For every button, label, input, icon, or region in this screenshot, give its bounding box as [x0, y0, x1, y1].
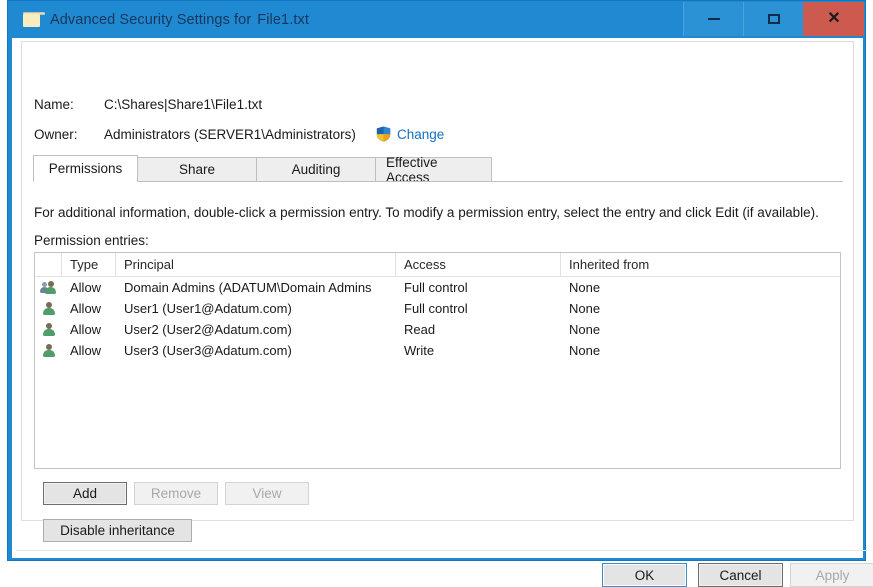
minimize-icon	[707, 18, 720, 20]
change-link-label: Change	[397, 126, 445, 142]
permission-entries-list[interactable]: Type Principal Access Inherited from All…	[34, 252, 841, 469]
apply-button: Apply	[790, 563, 873, 587]
close-icon: ✕	[827, 10, 841, 27]
window-title-prefix: Advanced Security Settings for	[50, 11, 252, 28]
client-area: Name: C:\Shares|Share1\File1.txt Owner: …	[12, 38, 873, 587]
row-type: Allow	[70, 301, 102, 316]
apply-button-label: Apply	[815, 567, 850, 583]
user-icon	[41, 322, 57, 337]
ok-button[interactable]: OK	[602, 563, 687, 587]
column-header-access[interactable]: Access	[396, 253, 561, 276]
row-icon-cell	[35, 322, 62, 337]
column-header-icon[interactable]	[35, 253, 62, 276]
window-controls: ✕	[683, 2, 864, 36]
row-inherited-from: None	[569, 301, 601, 316]
view-button-label: View	[252, 486, 282, 501]
column-header-principal[interactable]: Principal	[116, 253, 396, 276]
tab-strip: Permissions Share Auditing Effective Acc…	[33, 154, 843, 185]
user-icon	[41, 343, 57, 358]
row-type: Allow	[70, 343, 102, 358]
name-value: C:\Shares|Share1\File1.txt	[104, 97, 263, 112]
row-type: Allow	[70, 280, 102, 295]
user-icon	[41, 301, 57, 316]
row-access: Write	[404, 343, 435, 358]
group-icon	[39, 280, 57, 295]
table-row[interactable]: Allow User1 (User1@Adatum.com) Full cont…	[35, 298, 840, 319]
owner-value: Administrators (SERVER1\Administrators)	[104, 127, 356, 142]
cancel-button[interactable]: Cancel	[698, 563, 783, 587]
row-principal: User3 (User3@Adatum.com)	[124, 343, 292, 358]
maximize-icon	[767, 14, 780, 24]
ok-button-label: OK	[634, 567, 655, 583]
name-label: Name:	[34, 97, 74, 112]
owner-label: Owner:	[34, 127, 78, 142]
advanced-security-settings-window: Advanced Security Settings for File1.txt …	[7, 0, 873, 587]
tab-effective-access-label: Effective Access	[386, 154, 438, 185]
instructions-text: For additional information, double-click…	[34, 205, 819, 220]
permission-entries-label: Permission entries:	[34, 233, 149, 248]
row-type: Allow	[70, 322, 102, 337]
tab-share-label: Share	[178, 162, 216, 177]
window-title: Advanced Security Settings for File1.txt	[50, 12, 309, 28]
close-button[interactable]: ✕	[803, 2, 864, 36]
table-header-row: Type Principal Access Inherited from	[35, 253, 840, 277]
row-principal: Domain Admins (ADATUM\Domain Admins	[124, 280, 372, 295]
title-bar: Advanced Security Settings for File1.txt …	[8, 1, 865, 38]
tab-permissions-label: Permissions	[48, 161, 123, 176]
add-button[interactable]: Add	[43, 482, 127, 505]
shield-icon	[376, 126, 391, 142]
remove-button: Remove	[134, 482, 218, 505]
tab-underline	[33, 181, 843, 182]
table-row[interactable]: Allow User2 (User2@Adatum.com) Read None	[35, 319, 840, 340]
tab-auditing-label: Auditing	[291, 162, 341, 177]
add-button-label: Add	[72, 486, 98, 501]
minimize-button[interactable]	[683, 2, 743, 36]
remove-button-label: Remove	[150, 486, 202, 501]
row-icon-cell	[35, 280, 62, 295]
row-inherited-from: None	[569, 322, 601, 337]
tab-permissions[interactable]: Permissions	[33, 155, 138, 182]
change-owner-link[interactable]: Change	[376, 126, 444, 142]
folder-icon	[23, 12, 45, 27]
column-header-type[interactable]: Type	[62, 253, 116, 276]
view-button: View	[225, 482, 309, 505]
row-principal: User2 (User2@Adatum.com)	[124, 322, 292, 337]
disable-inheritance-button[interactable]: Disable inheritance	[43, 519, 192, 542]
disable-inheritance-label: Disable inheritance	[60, 523, 175, 538]
row-access: Full control	[404, 280, 468, 295]
row-access: Full control	[404, 301, 468, 316]
row-icon-cell	[35, 301, 62, 316]
maximize-button[interactable]	[743, 2, 803, 36]
cancel-button-label: Cancel	[719, 567, 762, 583]
table-row[interactable]: Allow Domain Admins (ADATUM\Domain Admin…	[35, 277, 840, 298]
tab-auditing[interactable]: Auditing	[256, 157, 376, 182]
footer-separator	[16, 550, 867, 551]
tab-share[interactable]: Share	[137, 157, 257, 182]
window-title-filename: File1.txt	[257, 11, 309, 28]
tab-effective-access[interactable]: Effective Access	[375, 154, 492, 185]
row-access: Read	[404, 322, 436, 337]
column-header-inherited-from[interactable]: Inherited from	[561, 253, 840, 276]
row-inherited-from: None	[569, 343, 601, 358]
row-principal: User1 (User1@Adatum.com)	[124, 301, 292, 316]
table-row[interactable]: Allow User3 (User3@Adatum.com) Write Non…	[35, 340, 840, 361]
row-inherited-from: None	[569, 280, 601, 295]
row-icon-cell	[35, 343, 62, 358]
